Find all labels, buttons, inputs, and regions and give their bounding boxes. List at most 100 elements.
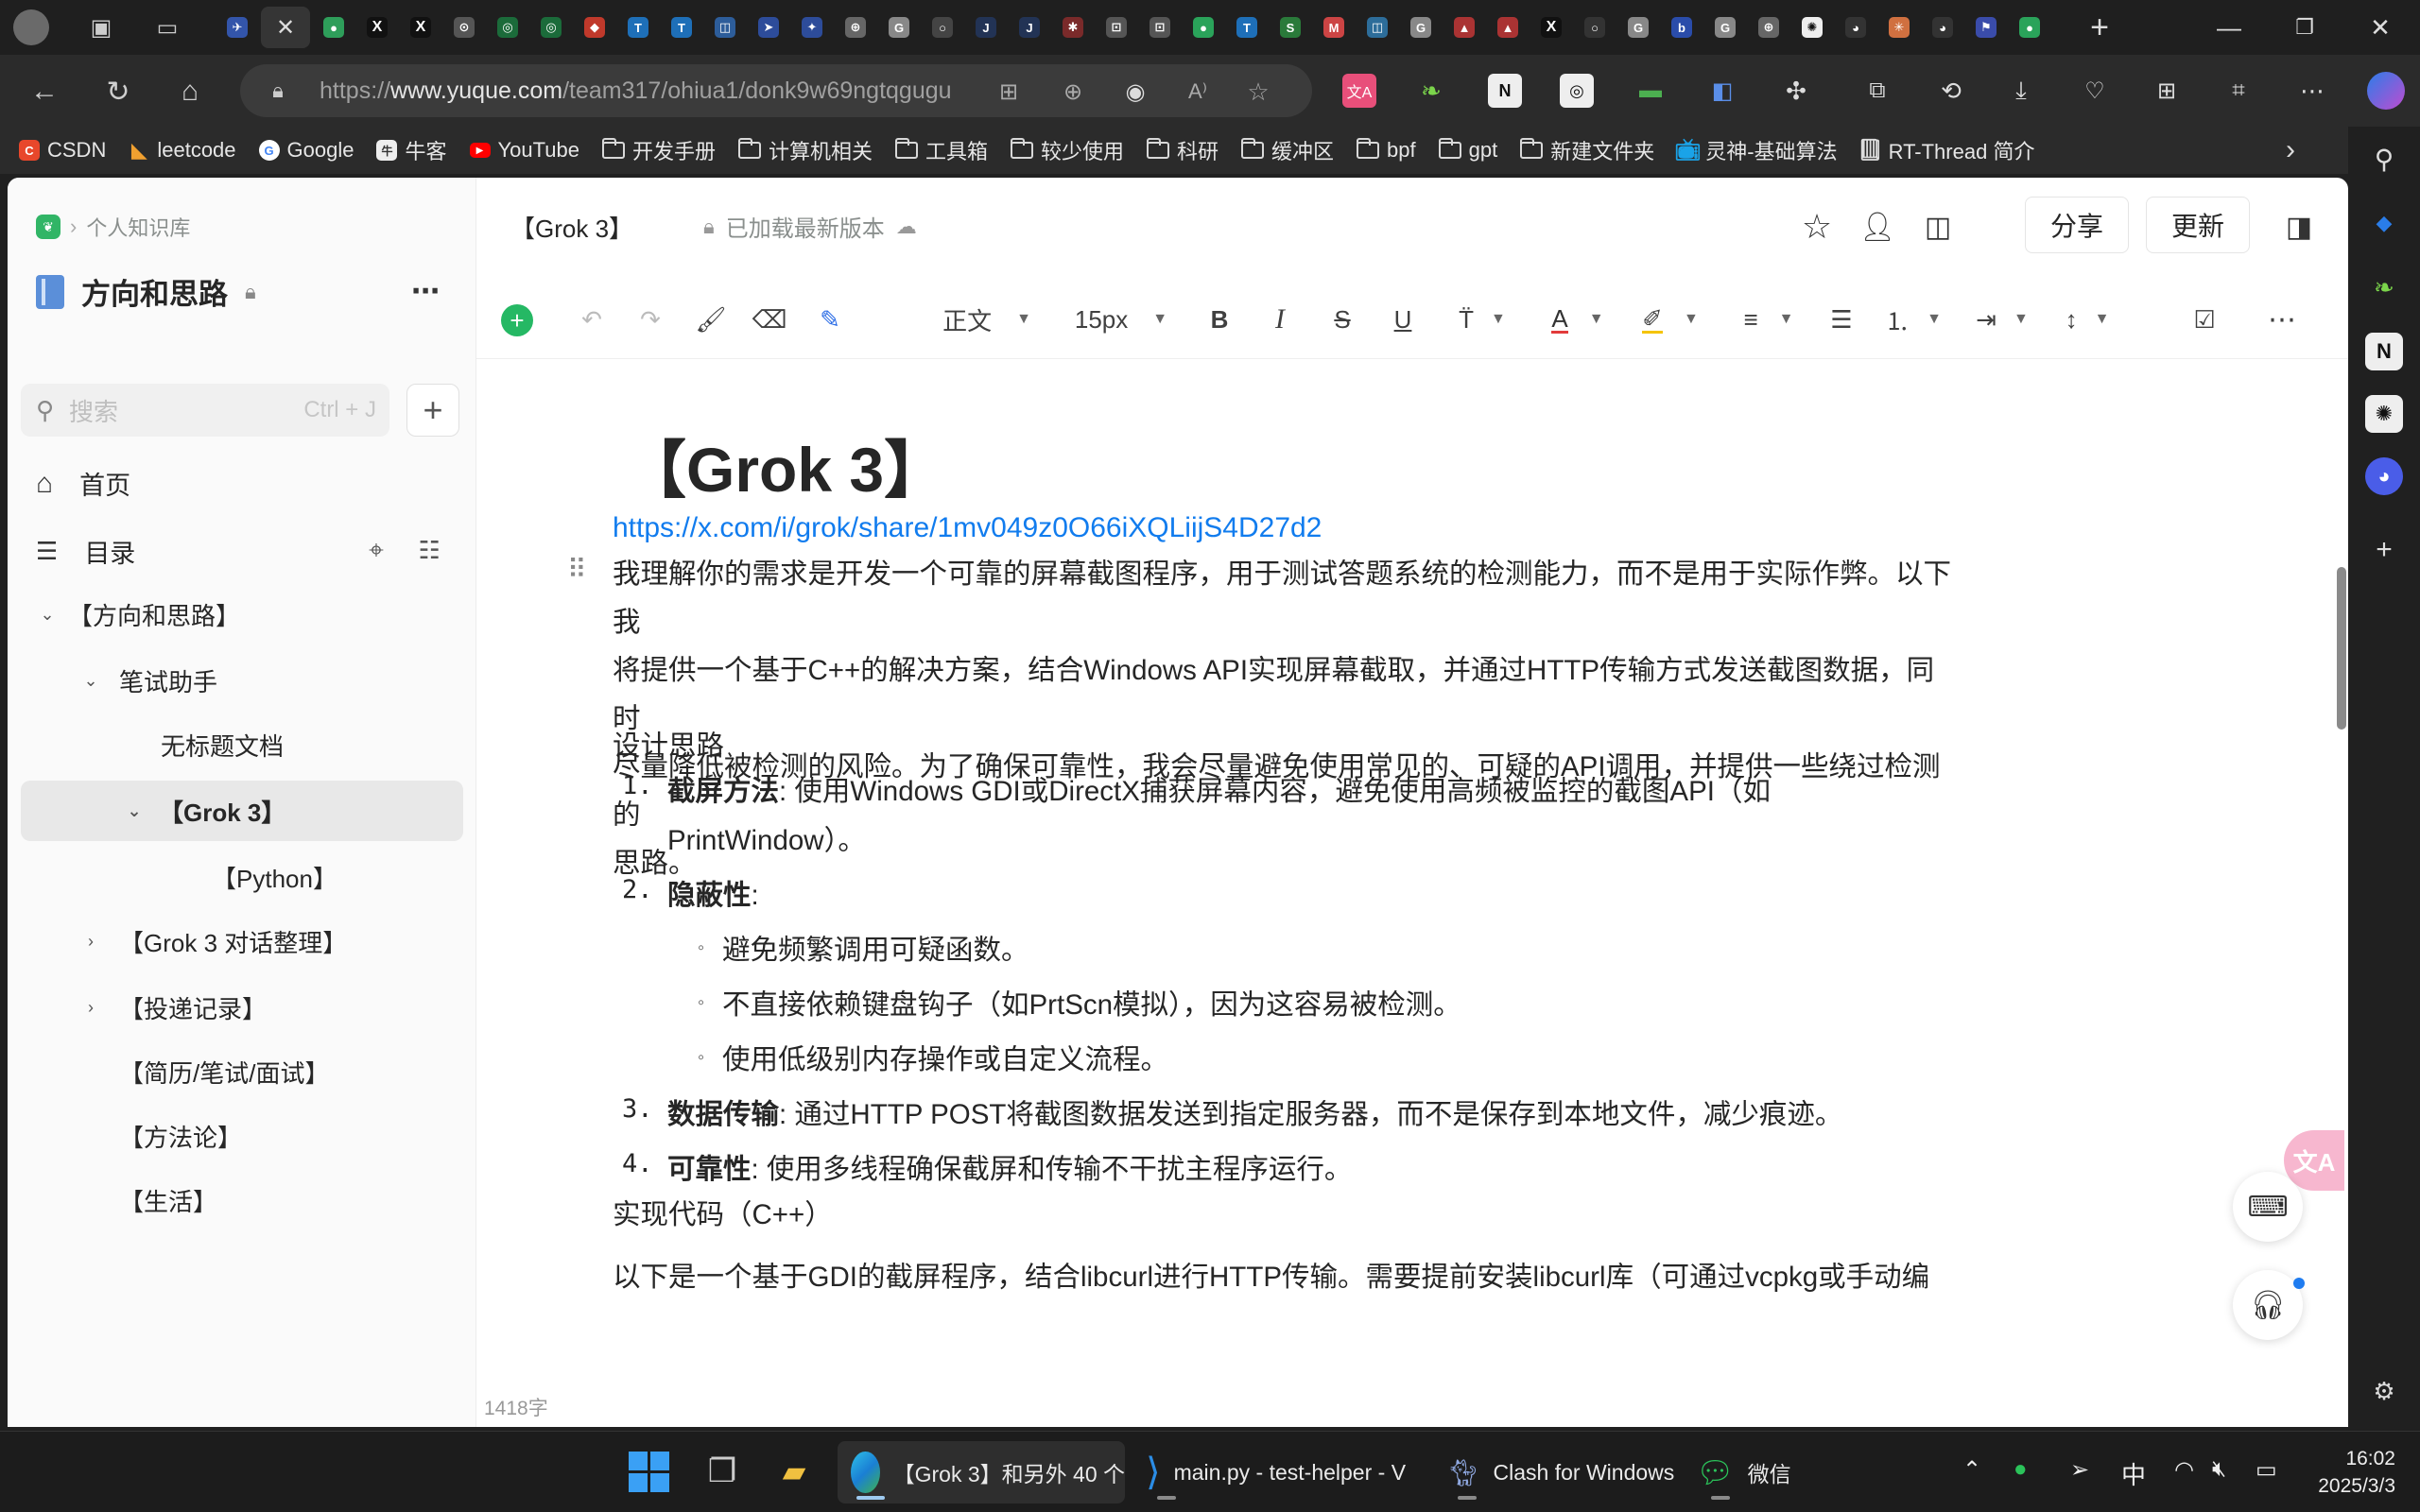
clock[interactable]: 16:02 2025/3/3 [2303,1445,2395,1500]
tray-wechat-icon[interactable]: ● [2014,1456,2028,1483]
close-tab-icon[interactable]: ✕ [276,14,295,42]
bullet-list-icon[interactable]: ☰ [1823,301,1860,338]
url-text[interactable]: https://www.yuque.com/team317/ohiua1/don… [320,77,962,105]
collections-icon[interactable]: ⧉ [1860,74,1894,108]
kb-more-icon[interactable]: ⋯ [406,274,444,308]
bookmark-rtthread[interactable]: 📕︎ RT-Thread 简介 [1849,135,2047,165]
tab-favicon[interactable]: ⊕ [836,7,875,48]
bookmark-folder[interactable]: gpt [1427,138,1510,163]
tab-favicon[interactable]: b [1662,7,1702,48]
bookmark-csdn[interactable]: C CSDN [8,138,117,163]
new-tab-icon[interactable]: + [2080,8,2119,47]
bookmark-folder[interactable]: 计算机相关 [727,135,884,165]
lock-icon[interactable]: 🔒︎ [265,77,291,104]
tab-favicon[interactable]: ➤ [749,7,788,48]
tab-favicon[interactable]: ⊡ [1140,7,1180,48]
update-button[interactable]: 更新 [2146,197,2250,253]
breadcrumb[interactable]: ❦ › 个人知识库 [36,212,190,242]
tree-item[interactable]: 【简历/笔试/面试】 [8,1041,476,1102]
tab-favicon[interactable]: ⊕ [1749,7,1789,48]
tray-overflow-icon[interactable]: ⌃ [1962,1456,1981,1484]
tab-favicon[interactable]: ○ [923,7,962,48]
design-heading[interactable]: 设计思路 [613,722,1955,770]
tab-favicon[interactable]: ◆ [575,7,614,48]
tree-item[interactable]: › 【投递记录】 [8,977,476,1038]
nav-home[interactable]: ⌂ 首页 [36,465,130,502]
tree-item[interactable]: 【方法论】 [8,1106,476,1166]
sidebar-settings-gear-icon[interactable]: ⚙ [2365,1372,2403,1410]
toolbar-more-icon[interactable]: ⋯ [2263,301,2301,338]
tab-favicon[interactable]: ● [2010,7,2049,48]
chevron-right-icon[interactable]: › [79,998,102,1018]
restore-icon[interactable]: ❐ [2267,0,2342,55]
address-bar[interactable]: 🔒︎ https://www.yuque.com/team317/ohiua1/… [240,64,1312,117]
tree-item[interactable]: ⌄ 【方向和思路】 [8,584,476,644]
highlight-dropdown[interactable]: ✐ ▼ [1628,301,1713,338]
favorite-star-icon[interactable]: ☆ [1242,76,1274,108]
drag-handle-icon[interactable]: ⠿ [567,554,587,585]
tree-item[interactable]: › 【Grok 3 对话整理】 [8,911,476,971]
android-extension-icon[interactable]: ▬ [1634,74,1668,108]
chevron-right-icon[interactable]: › [79,932,102,952]
tree-item-selected[interactable]: ⌄ 【Grok 3】 [21,781,463,841]
sidebar-copilot-icon[interactable]: ◆ [2365,204,2403,242]
tab-favicon[interactable]: ◎ [488,7,527,48]
more-menu-icon[interactable]: ⋯ [2295,74,2329,108]
sidebar-leaf-icon[interactable]: ❧ [2365,268,2403,306]
sidebar-bot-icon[interactable]: ◕ [2365,457,2403,495]
split-screen-icon[interactable]: ⊞ [2150,74,2184,108]
indent-dropdown[interactable]: ⇥ ▼ [1964,301,2040,338]
code-intro-paragraph[interactable]: 以下是一个基于GDI的截屏程序，结合libcurl进行HTTP传输。需要提前安装… [613,1253,1955,1301]
back-icon[interactable]: ← [21,68,68,115]
code-heading[interactable]: 实现代码（C++） [613,1191,1955,1239]
tab-favicon[interactable]: ✱ [1053,7,1093,48]
tab-favicon[interactable]: ✺ [1792,7,1832,48]
tab-favicon[interactable]: ● [1184,7,1223,48]
bookmark-folder[interactable]: 科研 [1135,135,1230,165]
refresh-icon[interactable]: ↻ [95,68,142,115]
list-item[interactable]: 隐蔽性: [667,873,759,913]
tab-favicon[interactable]: G [1618,7,1658,48]
tab-favicon[interactable]: ○ [1575,7,1615,48]
bookmark-folder[interactable]: bpf [1345,138,1427,163]
scrollbar-thumb[interactable] [2337,567,2346,730]
tab-favicon[interactable]: ▲ [1444,7,1484,48]
underline-icon[interactable]: U [1384,301,1422,338]
breadcrumb-kb-link[interactable]: 个人知识库 [86,212,190,242]
chevron-down-icon[interactable]: ⌄ [36,605,59,625]
italic-icon[interactable]: I [1261,301,1299,338]
download-icon[interactable]: ⤓ [2004,74,2038,108]
chevron-down-icon[interactable]: ⌄ [79,671,102,691]
bookmark-folder[interactable]: 新建文件夹 [1509,135,1666,165]
tab-favicon[interactable]: ◎ [531,7,571,48]
locate-crosshair-icon[interactable]: ⌖ [359,533,393,567]
bookmark-youtube[interactable]: ▶ YouTube [458,138,591,163]
bookmark-folder[interactable]: 开发手册 [591,135,727,165]
workspaces-icon[interactable]: ▣ [85,11,117,43]
doc-heading[interactable]: 【Grok 3】 [624,420,946,510]
search-input[interactable]: ⚲ 搜索 Ctrl + J [21,384,389,437]
close-window-icon[interactable]: ✕ [2342,0,2418,55]
help-support-icon[interactable]: 🎧︎ [2233,1270,2303,1340]
format-painter-icon[interactable]: 🖌︎ [692,301,730,338]
zoom-icon[interactable]: ⊕ [1057,76,1089,108]
tab-actions-icon[interactable]: ▭ [151,11,183,43]
file-explorer-icon[interactable]: ▰ [771,1451,817,1492]
undo-icon[interactable]: ↶ [573,301,611,338]
star-icon[interactable]: ☆ [1796,206,1838,248]
bookmark-google[interactable]: G Google [248,138,366,163]
tab-active[interactable]: ✕ [261,7,310,48]
chevron-down-icon[interactable]: ⌄ [123,801,146,821]
extensions-puzzle-icon[interactable]: ✣ [1779,74,1813,108]
bold-icon[interactable]: B [1201,301,1238,338]
bookmark-nowcoder[interactable]: 牛牛客 [365,135,458,165]
bookmark-folder[interactable]: 较少使用 [999,135,1135,165]
sidebar-notion-icon[interactable]: N [2365,333,2403,370]
bookmarks-overflow-chevron-icon[interactable]: › [2274,134,2307,166]
sidebar-search-icon[interactable]: ⚲ [2365,140,2403,178]
copilot-icon[interactable] [2367,72,2405,110]
tab-favicon[interactable]: G [879,7,919,48]
tab-favicon[interactable]: ◫ [705,7,745,48]
wifi-icon[interactable]: ◠ [2174,1456,2194,1484]
battery-icon[interactable]: ▭ [2256,1456,2277,1484]
